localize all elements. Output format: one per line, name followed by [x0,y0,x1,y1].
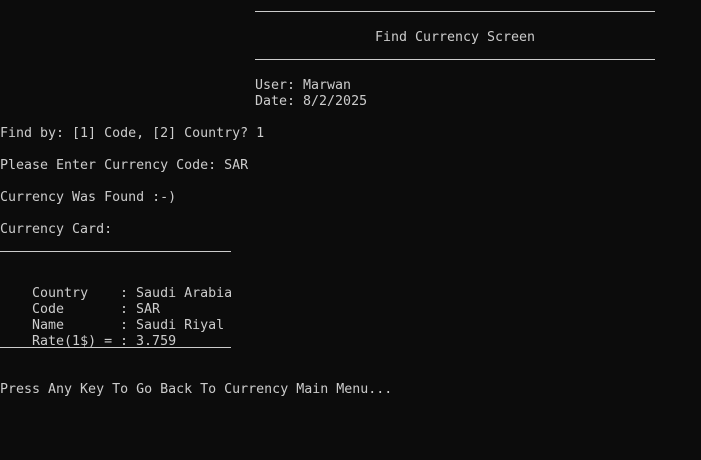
console-window: Find Currency Screen User: Marwan Date: … [0,0,701,460]
user-line: User: Marwan [255,78,352,93]
card-heading: Currency Card: [0,222,113,237]
enter-code-prompt: Please Enter Currency Code: SAR [0,158,249,173]
press-any-key-prompt[interactable]: Press Any Key To Go Back To Currency Mai… [0,382,392,398]
date-line: Date: 8/2/2025 [255,94,368,109]
card-row-rate: Rate(1$) =: 3.759 [0,318,176,349]
found-message: Currency Was Found :-) [0,190,177,205]
card-row-code: Code: SAR [0,286,160,317]
header-top-rule [255,11,655,12]
card-bottom-rule [0,347,231,348]
card-row-country: Country: Saudi Arabia [0,270,232,301]
card-top-rule [0,251,231,252]
card-row-name: Name: Saudi Riyal [0,302,224,333]
screen-title: Find Currency Screen [374,30,536,45]
find-by-prompt: Find by: [1] Code, [2] Country? 1 [0,126,265,141]
header-bottom-rule [255,59,655,60]
